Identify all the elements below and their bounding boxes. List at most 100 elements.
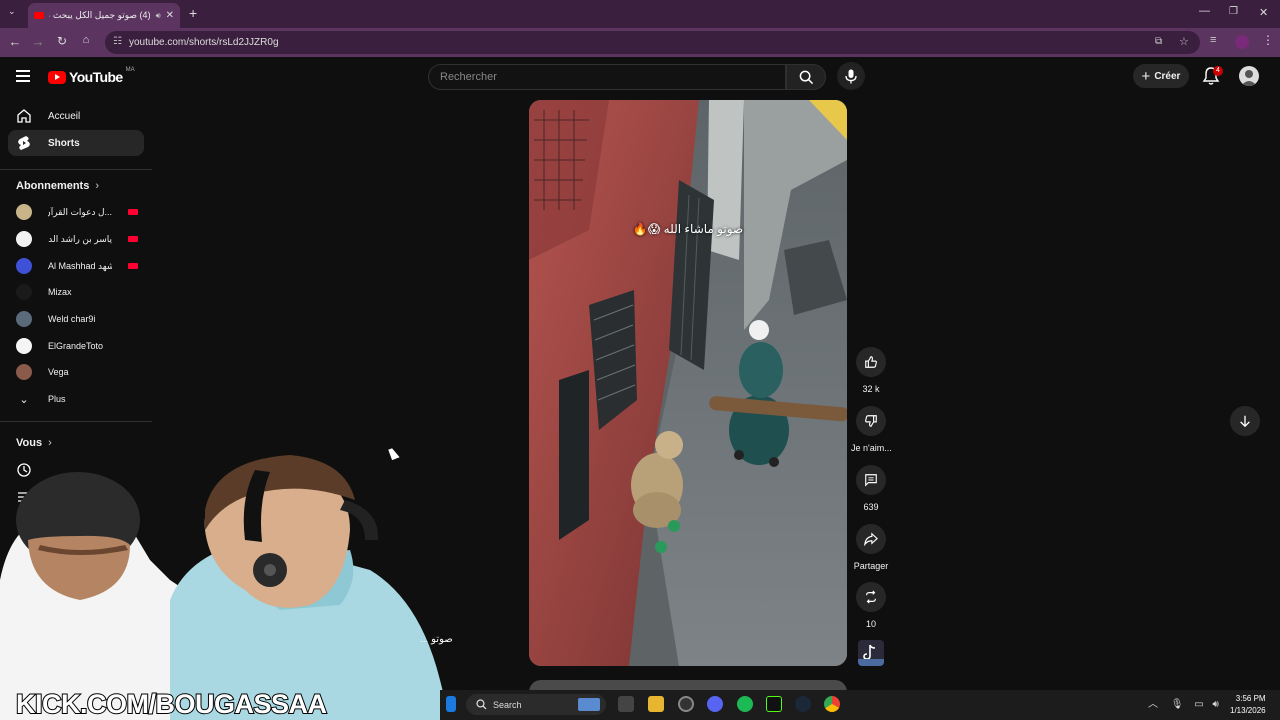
start-button-icon[interactable]: [446, 696, 456, 712]
hamburger-menu-icon[interactable]: [16, 70, 30, 82]
tab-close-icon[interactable]: ✕: [166, 10, 174, 21]
window-close-icon[interactable]: ✕: [1259, 6, 1268, 19]
account-avatar[interactable]: [1239, 66, 1259, 86]
subscription-item[interactable]: ElGrandeToto: [8, 333, 144, 359]
sidebar-divider: [0, 421, 152, 422]
youtube-header: YouTube MA + Créer 4: [0, 57, 1280, 97]
short-video-player[interactable]: صوتو ماشاء الله 😱🔥: [529, 100, 847, 666]
microphone-icon[interactable]: 🎙︎: [1171, 699, 1184, 710]
restore-icon[interactable]: ❐: [1229, 6, 1238, 17]
reload-icon[interactable]: ↻: [54, 34, 70, 48]
voice-search-button[interactable]: [837, 62, 865, 90]
channel-name: ياسر بن راشد الدوسري...: [48, 233, 112, 244]
search-icon: [476, 699, 487, 710]
chevron-right-icon: ›: [95, 180, 100, 192]
sidebar-item-more[interactable]: ⌄ Plus: [8, 386, 144, 412]
remix-count: 10: [865, 619, 876, 629]
channel-avatar: [16, 258, 32, 274]
tray-chevron-icon[interactable]: ︿: [1148, 699, 1158, 710]
url-text: youtube.com/shorts/rsLd2JJZR0g: [129, 37, 279, 48]
install-app-icon[interactable]: ⧉: [1155, 36, 1162, 47]
shorts-icon: [16, 135, 32, 151]
sidebar-item-label: Shorts: [48, 137, 80, 149]
dislike-label: Je n'aim...: [851, 443, 892, 453]
subscription-item[interactable]: Al Mashhad المشهد: [8, 253, 144, 279]
system-tray[interactable]: ︿ 🎙︎ ▭ 🔊︎: [1148, 695, 1219, 710]
task-view-icon[interactable]: [618, 696, 634, 712]
sidebar-divider: [0, 169, 152, 170]
dislike-button[interactable]: Je n'aim...: [851, 406, 892, 453]
like-icon: [856, 347, 886, 377]
arrow-down-icon: [1240, 415, 1250, 428]
media-control-icon[interactable]: ≡: [1210, 34, 1216, 46]
subscriptions-heading[interactable]: Abonnements ›: [16, 180, 99, 192]
sidebar-item-home[interactable]: Accueil: [8, 103, 144, 129]
home-icon: [16, 108, 32, 124]
taskbar-clock[interactable]: 3:56 PM 1/13/2026: [1230, 693, 1266, 717]
subscription-item[interactable]: Mizax: [8, 279, 144, 305]
home-icon[interactable]: ⌂: [78, 34, 94, 46]
steam-icon[interactable]: [795, 696, 811, 712]
comments-button[interactable]: 639: [851, 465, 891, 512]
channel-name: ElGrandeToto: [48, 341, 104, 351]
logo-text: YouTube: [69, 69, 123, 85]
clock-date: 1/13/2026: [1230, 706, 1266, 715]
subscription-item[interactable]: Weld char9i: [8, 306, 144, 332]
remix-button[interactable]: 10: [851, 582, 891, 629]
browser-tab[interactable]: (4) صوتو جميل الكل يبحث عنه 🔊︎ ✕: [28, 3, 180, 28]
share-label: Partager: [853, 561, 889, 571]
kick-app-icon[interactable]: [766, 696, 782, 712]
spotify-icon[interactable]: [737, 696, 753, 712]
comment-count: 639: [863, 502, 879, 512]
subscription-item[interactable]: ...ل دعوات القرآن الكريم: [8, 199, 144, 225]
channel-avatar: [16, 338, 32, 354]
country-code: MA: [125, 67, 135, 73]
tiktok-sound-icon: [858, 640, 884, 666]
site-info-icon[interactable]: ☷: [113, 36, 122, 47]
app-icon[interactable]: [678, 696, 694, 712]
search-button[interactable]: [786, 64, 826, 90]
profile-icon[interactable]: [1235, 35, 1249, 49]
live-indicator-icon: [128, 209, 138, 215]
tab-title: (4) صوتو جميل الكل يبحث عنه: [49, 10, 151, 20]
taskbar-search[interactable]: Search: [466, 694, 606, 715]
subscription-item[interactable]: ياسر بن راشد الدوسري...: [8, 226, 144, 252]
subscription-item[interactable]: Vega: [8, 359, 144, 385]
like-button[interactable]: 32 k: [851, 347, 891, 394]
channel-avatar: [16, 284, 32, 300]
audio-playing-icon[interactable]: 🔊︎: [156, 11, 161, 21]
cam-caption-text: صوتو ...: [420, 634, 453, 645]
sound-thumbnail[interactable]: [858, 640, 884, 666]
create-button[interactable]: + Créer: [1133, 64, 1189, 88]
volume-icon[interactable]: 🔊︎: [1213, 699, 1219, 710]
kick-channel-watermark: KICK.COM/BOUGASSAA: [15, 688, 328, 720]
back-icon[interactable]: ←: [7, 34, 23, 49]
chrome-icon[interactable]: [824, 696, 840, 712]
youtube-logo[interactable]: YouTube MA: [48, 67, 135, 85]
network-icon[interactable]: ▭: [1194, 699, 1203, 710]
channel-name: Vega: [48, 367, 69, 377]
minimize-icon[interactable]: —: [1199, 5, 1210, 17]
discord-icon[interactable]: [707, 696, 723, 712]
forward-icon[interactable]: →: [30, 34, 46, 49]
sidebar-item-shorts[interactable]: Shorts: [8, 130, 144, 156]
file-explorer-icon[interactable]: [648, 696, 664, 712]
comment-icon: [856, 465, 886, 495]
bookmark-star-icon[interactable]: ☆: [1179, 35, 1189, 48]
clock-time: 3:56 PM: [1235, 694, 1266, 703]
microphone-icon: [845, 69, 857, 84]
next-short-button[interactable]: [1230, 406, 1260, 436]
kick-handle-text: KICK.COM/BOUGASSAA: [15, 688, 328, 720]
channel-avatar: [16, 364, 32, 380]
tab-search-chevron-icon[interactable]: ⌄: [8, 6, 16, 17]
browser-menu-icon[interactable]: ⋮: [1262, 33, 1274, 47]
address-bar[interactable]: ☷ youtube.com/shorts/rsLd2JJZR0g ⧉ ☆: [105, 31, 1200, 54]
search-box[interactable]: [428, 64, 786, 90]
share-button[interactable]: Partager: [851, 524, 891, 571]
streamer-webcam-overlay: [0, 440, 460, 720]
new-tab-icon[interactable]: +: [189, 5, 197, 21]
search-input[interactable]: [429, 65, 785, 89]
video-caption: صوتو ماشاء الله 😱🔥: [632, 222, 744, 236]
youtube-play-icon: [48, 70, 66, 84]
share-icon: [856, 524, 886, 554]
